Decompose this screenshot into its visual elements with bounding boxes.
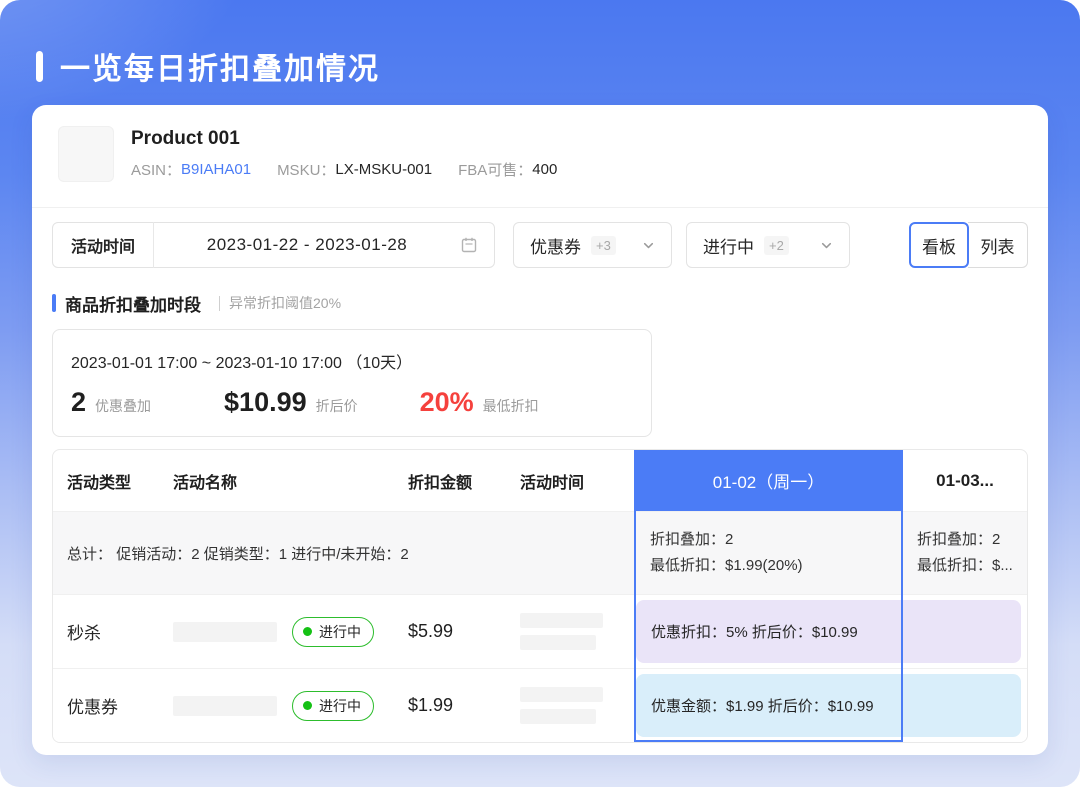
green-dot-icon: [303, 627, 312, 636]
title-accent-bar: [36, 51, 43, 82]
day-highlight-span: 优惠金额：$1.99 折后价：$10.99: [634, 669, 1027, 742]
status-badge: 进行中: [292, 617, 374, 647]
product-name: Product 001: [131, 128, 557, 150]
activity-name-cell: 进行中: [167, 691, 391, 721]
day-discount-info: 优惠金额：$1.99 折后价：$10.99: [636, 674, 1021, 737]
activity-type: 秒杀: [53, 619, 167, 644]
app-canvas: 一览每日折扣叠加情况 Product 001 ASIN： B9IAHA01 MS…: [0, 0, 1080, 787]
period-range: 2023-01-01 17:00 ~ 2023-01-10 17:00 （10天…: [71, 349, 633, 373]
threshold-note: 异常折扣阈值20%: [229, 293, 341, 313]
day-next-summary: 折扣叠加：2 最低折扣：$...: [903, 512, 1027, 594]
discounted-price: $10.99: [224, 387, 307, 418]
summary-type-count: 促销类型：1: [204, 546, 287, 563]
discount-table: 活动类型 活动名称 折扣金额 活动时间 01-02（周一） 01-03... 总…: [52, 449, 1028, 743]
section-title: 商品折扣叠加时段: [65, 291, 201, 316]
summary-active-count: 进行中/未开始：2: [291, 546, 409, 563]
activity-name-cell: 进行中: [167, 617, 391, 647]
section-accent-bar: [52, 294, 56, 312]
chevron-down-icon: [820, 239, 833, 252]
redacted-activity-time: [520, 709, 596, 724]
stack-count-label: 优惠叠加: [95, 396, 151, 416]
redacted-activity-time: [520, 635, 596, 650]
msku-value: LX-MSKU-001: [335, 161, 432, 178]
status-dropdown[interactable]: 进行中 +2: [686, 222, 850, 268]
page-title: 一览每日折扣叠加情况: [60, 44, 380, 88]
product-image-placeholder: [58, 126, 114, 182]
min-discount: 20%: [420, 387, 474, 418]
green-dot-icon: [303, 701, 312, 710]
summary-total-label: 总计：: [67, 546, 112, 563]
day-stack-count: 折扣叠加：2: [650, 527, 903, 553]
redacted-activity-time: [520, 613, 603, 628]
activity-time-cell: [501, 613, 634, 650]
fba-value: 400: [532, 161, 557, 178]
status-value: 进行中: [703, 233, 754, 258]
col-header-name: 活动名称: [167, 469, 391, 493]
view-toggle-board[interactable]: 看板: [909, 222, 969, 268]
stack-count: 2: [71, 387, 86, 418]
day-min-discount: 最低折扣：$1.99(20%): [650, 553, 903, 579]
col-header-amount: 折扣金额: [391, 469, 501, 493]
date-range-value: 2023-01-22 - 2023-01-28: [154, 235, 460, 255]
date-range-label: 活动时间: [53, 233, 153, 257]
activity-type: 优惠券: [53, 693, 167, 718]
min-discount-label: 最低折扣: [483, 396, 539, 416]
msku-label: MSKU：: [277, 159, 335, 180]
redacted-activity-name: [173, 622, 277, 642]
day-highlight-span: 优惠折扣：5% 折后价：$10.99: [634, 595, 1027, 668]
section-header: 商品折扣叠加时段 异常折扣阈值20%: [52, 292, 1028, 314]
col-header-day-selected[interactable]: 01-02（周一）: [634, 450, 903, 511]
promo-type-dropdown[interactable]: 优惠券 +3: [513, 222, 672, 268]
summary-promo-count: 促销活动：2: [116, 546, 199, 563]
col-header-day-next[interactable]: 01-03...: [903, 471, 1027, 491]
status-text: 进行中: [319, 696, 361, 716]
discount-period-card[interactable]: 2023-01-01 17:00 ~ 2023-01-10 17:00 （10天…: [52, 329, 652, 437]
day-discount-info: 优惠折扣：5% 折后价：$10.99: [636, 600, 1021, 663]
summary-totals: 总计： 促销活动：2 促销类型：1 进行中/未开始：2: [53, 543, 634, 564]
day-selected-summary: 折扣叠加：2 最低折扣：$1.99(20%): [634, 512, 903, 594]
discounted-price-label: 折后价: [316, 396, 358, 416]
filter-row: 活动时间 2023-01-22 - 2023-01-28 优惠券 +3: [52, 222, 1028, 268]
day-min-discount: 最低折扣：$...: [917, 553, 1027, 579]
status-text: 进行中: [319, 622, 361, 642]
asin-link[interactable]: B9IAHA01: [181, 161, 251, 178]
product-info: Product 001 ASIN： B9IAHA01 MSKU： LX-MSKU…: [131, 126, 557, 189]
main-card: Product 001 ASIN： B9IAHA01 MSKU： LX-MSKU…: [32, 105, 1048, 755]
date-range-picker[interactable]: 活动时间 2023-01-22 - 2023-01-28: [52, 222, 495, 268]
redacted-activity-time: [520, 687, 603, 702]
view-toggle: 看板 列表: [909, 222, 1028, 268]
table-summary-row: 总计： 促销活动：2 促销类型：1 进行中/未开始：2 折扣叠加：2 最低折扣：…: [53, 511, 1027, 594]
fba-label: FBA可售：: [458, 159, 532, 180]
activity-time-cell: [501, 687, 634, 724]
redacted-activity-name: [173, 696, 277, 716]
view-toggle-list[interactable]: 列表: [968, 222, 1028, 268]
table-row-coupon[interactable]: 优惠券 进行中 $1.99 优惠金额：$1.99 折后价：$10.99: [53, 668, 1027, 742]
period-stats: 2 优惠叠加 $10.99 折后价 20% 最低折扣: [71, 387, 633, 418]
divider: [32, 207, 1048, 208]
promo-type-count-badge: +3: [591, 236, 616, 255]
status-badge: 进行中: [292, 691, 374, 721]
page-header: 一览每日折扣叠加情况: [0, 0, 1080, 88]
promo-type-value: 优惠券: [530, 233, 581, 258]
discount-amount: $1.99: [391, 695, 501, 716]
discount-amount: $5.99: [391, 621, 501, 642]
chevron-down-icon: [642, 239, 655, 252]
table-header-row: 活动类型 活动名称 折扣金额 活动时间 01-02（周一） 01-03...: [53, 450, 1027, 511]
col-header-time: 活动时间: [501, 469, 634, 493]
table-row-flash-sale[interactable]: 秒杀 进行中 $5.99 优惠折扣：5% 折后价：$10.99: [53, 594, 1027, 668]
col-header-type: 活动类型: [53, 469, 167, 493]
status-count-badge: +2: [764, 236, 789, 255]
product-header: Product 001 ASIN： B9IAHA01 MSKU： LX-MSKU…: [52, 105, 1028, 189]
separator: [219, 296, 220, 311]
asin-label: ASIN：: [131, 159, 181, 180]
day-stack-count: 折扣叠加：2: [917, 527, 1027, 553]
product-meta: ASIN： B9IAHA01 MSKU： LX-MSKU-001 FBA可售： …: [131, 159, 557, 180]
calendar-icon: [460, 236, 478, 254]
